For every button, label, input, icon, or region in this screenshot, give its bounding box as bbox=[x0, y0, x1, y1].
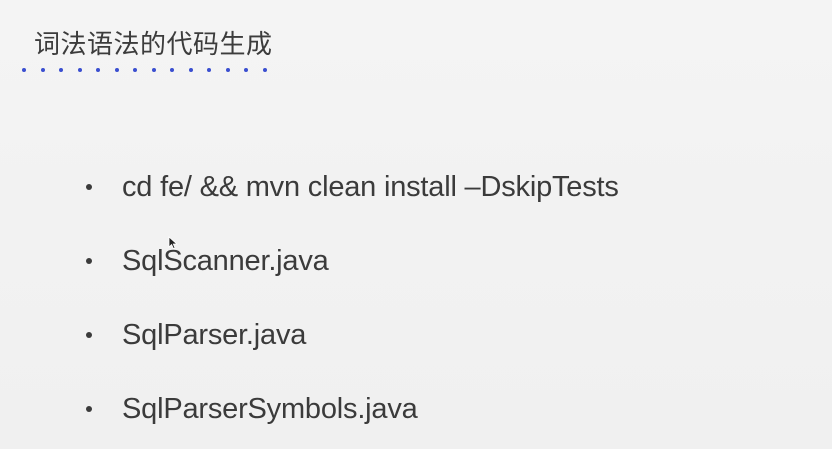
mouse-pointer-icon bbox=[168, 236, 178, 250]
bullet-item-build-command: cd fe/ && mvn clean install –DskipTests bbox=[86, 150, 619, 224]
title-dotted-underline bbox=[22, 68, 267, 74]
underline-dot bbox=[96, 68, 100, 72]
bullet-text: SqlParser.java bbox=[122, 318, 307, 351]
underline-dot bbox=[170, 68, 174, 72]
underline-dot bbox=[262, 68, 267, 72]
underline-dot bbox=[133, 68, 137, 72]
bullet-dot-icon bbox=[86, 406, 92, 412]
slide-title: 词法语法的代码生成 bbox=[34, 30, 273, 60]
bullet-item-sql-scanner: SqlScanner.java bbox=[86, 224, 619, 298]
underline-dot bbox=[225, 68, 230, 72]
bullet-list: cd fe/ && mvn clean install –DskipTests … bbox=[86, 150, 619, 446]
underline-dot bbox=[188, 68, 193, 72]
underline-dot bbox=[77, 68, 82, 72]
underline-dot bbox=[207, 68, 211, 72]
underline-dot bbox=[22, 68, 26, 72]
bullet-item-sql-parser: SqlParser.java bbox=[86, 298, 619, 372]
underline-dot bbox=[244, 68, 248, 72]
bullet-text: cd fe/ && mvn clean install –DskipTests bbox=[122, 170, 619, 203]
underline-dot bbox=[40, 68, 45, 72]
bullet-dot-icon bbox=[86, 258, 92, 264]
underline-dot bbox=[151, 68, 156, 72]
bullet-text: SqlParserSymbols.java bbox=[122, 392, 418, 425]
bullet-item-sql-parser-symbols: SqlParserSymbols.java bbox=[86, 372, 619, 446]
presentation-slide: 词法语法的代码生成 cd fe/ && mvn clean install –D… bbox=[0, 0, 832, 449]
underline-dot bbox=[114, 68, 119, 72]
underline-dot bbox=[59, 68, 63, 72]
bullet-dot-icon bbox=[86, 332, 92, 338]
bullet-dot-icon bbox=[86, 184, 92, 190]
bullet-text: SqlScanner.java bbox=[122, 244, 329, 277]
